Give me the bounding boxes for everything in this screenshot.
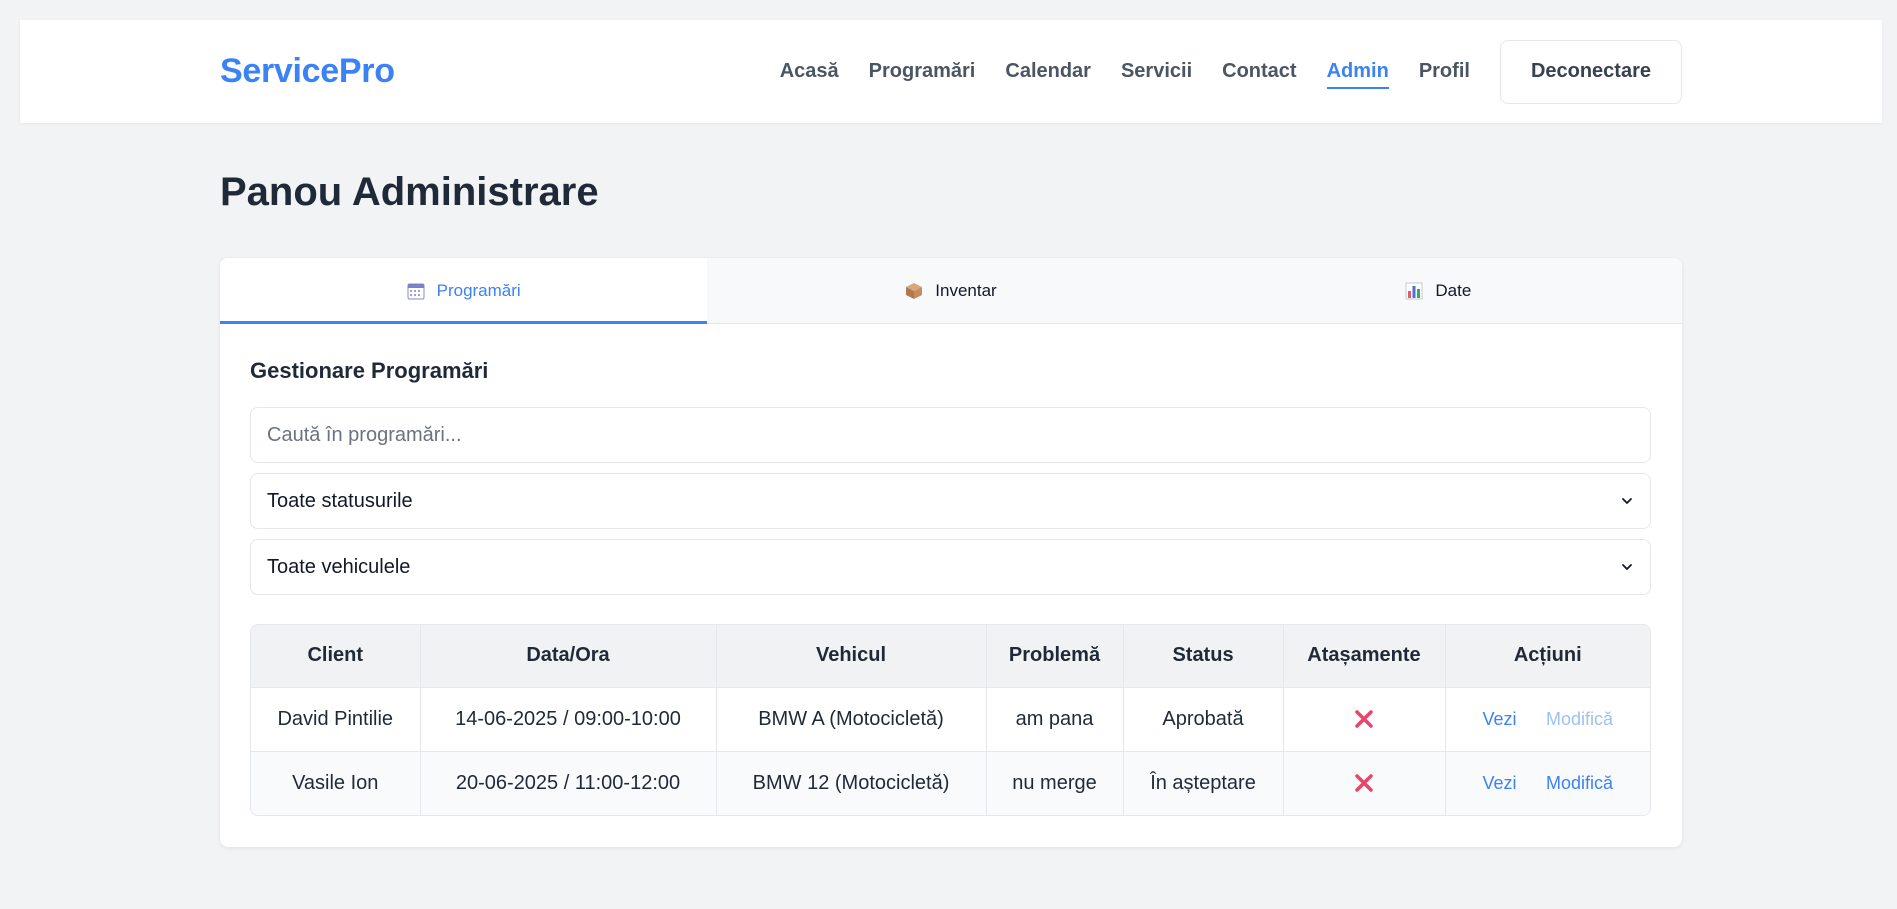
cell-client: Vasile Ion xyxy=(251,751,421,815)
tab-bar: Programări Inventar Date xyxy=(220,258,1682,324)
tab-label: Programări xyxy=(436,280,521,300)
calendar-icon xyxy=(407,283,425,299)
cell-vehicle: BMW 12 (Motocicletă) xyxy=(716,751,987,815)
table-header-row: Client Data/Ora Vehicul Problemă Status … xyxy=(251,625,1650,688)
column-header-client[interactable]: Client xyxy=(251,625,421,688)
cell-status: În așteptare xyxy=(1123,751,1284,815)
tab-label: Inventar xyxy=(935,280,997,300)
section-title: Gestionare Programări xyxy=(250,358,489,383)
search-input[interactable] xyxy=(250,407,1651,463)
cell-datetime: 20-06-2025 / 11:00-12:00 xyxy=(420,751,717,815)
column-header-vehicle[interactable]: Vehicul xyxy=(716,625,987,688)
nav-link-calendar[interactable]: Calendar xyxy=(1005,54,1091,89)
column-header-status[interactable]: Status xyxy=(1123,625,1284,688)
main-nav: Acasă Programări Calendar Servicii Conta… xyxy=(780,20,1682,123)
vehicle-filter-value: Toate vehiculele xyxy=(267,555,411,578)
cell-attachments xyxy=(1283,751,1446,815)
top-navbar: ServicePro Acasă Programări Calendar Ser… xyxy=(20,20,1882,123)
table-row: Vasile Ion 20-06-2025 / 11:00-12:00 BMW … xyxy=(251,751,1650,815)
cell-problem: nu merge xyxy=(986,751,1124,815)
view-link[interactable]: Vezi xyxy=(1482,709,1516,729)
table-row: David Pintilie 14-06-2025 / 09:00-10:00 … xyxy=(251,687,1650,752)
nav-link-admin[interactable]: Admin xyxy=(1326,54,1390,89)
column-header-datetime[interactable]: Data/Ora xyxy=(420,625,717,688)
no-attachment-icon xyxy=(1355,710,1373,728)
tab-date[interactable]: Date xyxy=(1195,258,1682,323)
nav-link-servicii[interactable]: Servicii xyxy=(1121,54,1192,89)
column-header-problem[interactable]: Problemă xyxy=(986,625,1124,688)
nav-link-acasa[interactable]: Acasă xyxy=(780,54,839,89)
cell-vehicle: BMW A (Motocicletă) xyxy=(716,687,987,752)
tab-programari[interactable]: Programări xyxy=(220,258,708,324)
cell-actions: Vezi Modifică xyxy=(1445,751,1650,815)
no-attachment-icon xyxy=(1355,774,1373,793)
admin-panel-card: Programări Inventar Date Gestionare Prog… xyxy=(220,258,1682,847)
vehicle-filter-select[interactable]: Toate vehiculele xyxy=(250,539,1651,595)
chevron-down-icon xyxy=(1622,564,1632,570)
logout-button[interactable]: Deconectare xyxy=(1499,39,1682,104)
page-title: Panou Administrare xyxy=(220,170,599,214)
cell-actions: Vezi Modifică xyxy=(1445,687,1650,752)
view-link[interactable]: Vezi xyxy=(1482,773,1516,793)
bar-chart-icon xyxy=(1405,282,1423,299)
chevron-down-icon xyxy=(1622,498,1632,504)
cell-datetime: 14-06-2025 / 09:00-10:00 xyxy=(420,687,717,752)
appointments-table-wrapper: Client Data/Ora Vehicul Problemă Status … xyxy=(250,624,1651,816)
nav-link-programari[interactable]: Programări xyxy=(869,54,976,89)
cell-status: Aprobată xyxy=(1123,687,1284,752)
status-filter-value: Toate statusurile xyxy=(267,489,413,512)
cell-client: David Pintilie xyxy=(251,687,421,752)
nav-link-contact[interactable]: Contact xyxy=(1222,54,1296,89)
cell-attachments xyxy=(1283,687,1446,752)
box-icon xyxy=(906,282,923,299)
tab-inventar[interactable]: Inventar xyxy=(707,258,1194,323)
tab-label: Date xyxy=(1435,280,1472,300)
appointments-table: Client Data/Ora Vehicul Problemă Status … xyxy=(251,625,1650,815)
nav-link-profil[interactable]: Profil xyxy=(1419,54,1470,89)
status-filter-select[interactable]: Toate statusurile xyxy=(250,473,1651,529)
column-header-attachments[interactable]: Atașamente xyxy=(1283,625,1446,688)
brand-logo[interactable]: ServicePro xyxy=(220,20,395,123)
cell-problem: am pana xyxy=(986,687,1124,752)
edit-link[interactable]: Modifică xyxy=(1546,773,1613,793)
column-header-actions: Acțiuni xyxy=(1445,625,1650,688)
edit-link-disabled: Modifică xyxy=(1546,708,1614,729)
